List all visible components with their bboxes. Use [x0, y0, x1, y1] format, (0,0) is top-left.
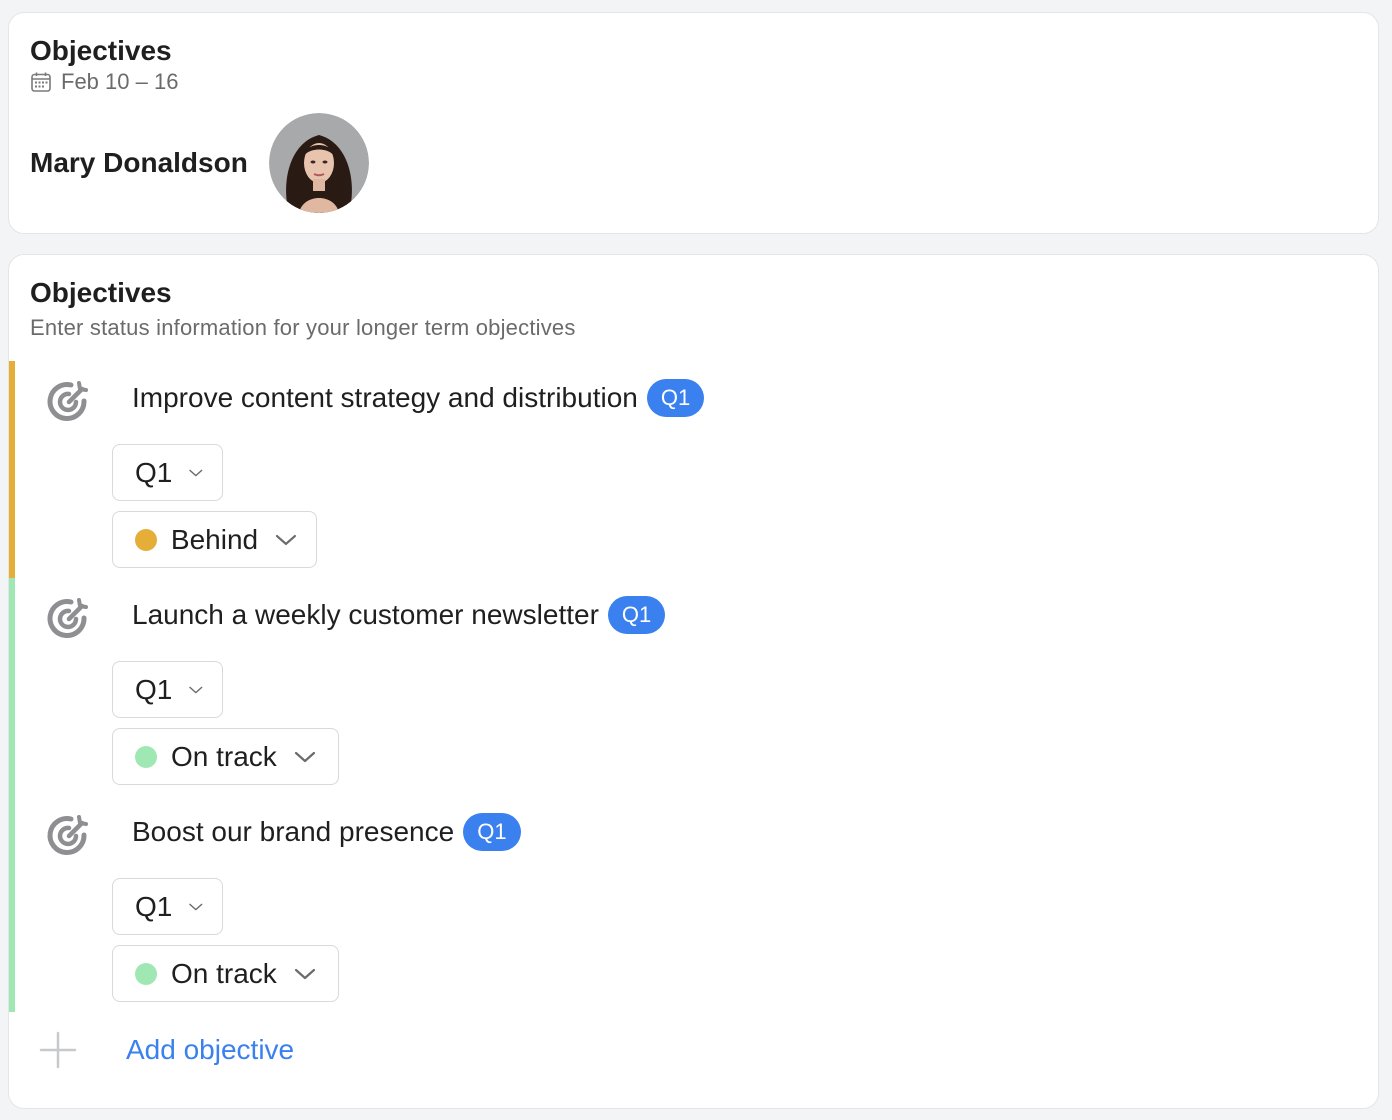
user-row: Mary Donaldson [30, 113, 369, 213]
chevron-down-icon [189, 469, 203, 476]
page-title: Objectives [30, 35, 172, 66]
status-dot [135, 745, 157, 768]
chevron-down-icon [294, 968, 315, 979]
status-select-value: On track [171, 740, 277, 772]
quarter-select-value: Q1 [135, 456, 173, 488]
objectives-card: Objectives Enter status information for … [8, 254, 1379, 1109]
chevron-down-icon [189, 903, 203, 910]
avatar[interactable] [268, 113, 369, 213]
status-select[interactable]: On track [112, 728, 339, 785]
quarter-select-value: Q1 [135, 890, 173, 922]
user-name: Mary Donaldson [30, 147, 248, 178]
objective-title[interactable]: Improve content strategy and distributio… [132, 382, 638, 414]
header-card: Objectives Feb 10 – 16 Mary Donaldson [8, 12, 1379, 234]
objective-item: Launch a weekly customer newsletter Q1 Q… [9, 578, 1378, 795]
status-dot [135, 528, 157, 551]
quarter-select[interactable]: Q1 [112, 878, 223, 935]
section-subtitle: Enter status information for your longer… [30, 315, 576, 340]
status-select-value: Behind [170, 523, 259, 555]
calendar-icon [31, 72, 51, 92]
date-range: Feb 10 – 16 [30, 69, 178, 95]
objective-title[interactable]: Boost our brand presence [132, 816, 454, 848]
add-objective-button[interactable]: Add objective [39, 1031, 294, 1069]
quarter-badge: Q1 [463, 813, 521, 851]
section-title: Objectives [30, 277, 172, 308]
objective-title[interactable]: Launch a weekly customer newsletter [132, 599, 599, 631]
quarter-badge: Q1 [607, 596, 666, 634]
status-select[interactable]: Behind [112, 511, 317, 568]
date-range-label: Feb 10 – 16 [61, 69, 179, 94]
quarter-select[interactable]: Q1 [112, 444, 223, 501]
status-dot [135, 962, 157, 985]
quarter-badge: Q1 [646, 379, 705, 417]
objective-item: Improve content strategy and distributio… [9, 361, 1378, 578]
target-icon [47, 381, 88, 422]
status-select-value: On track [171, 957, 277, 989]
quarter-select[interactable]: Q1 [112, 661, 223, 718]
chevron-down-icon [275, 534, 297, 545]
chevron-down-icon [189, 686, 203, 693]
add-objective-label[interactable]: Add objective [126, 1034, 294, 1066]
status-select[interactable]: On track [112, 945, 339, 1002]
plus-icon [39, 1031, 77, 1069]
quarter-select-value: Q1 [135, 673, 173, 705]
chevron-down-icon [294, 751, 315, 762]
target-icon [47, 598, 88, 639]
objective-item: Boost our brand presence Q1 Q1 On track [9, 795, 1378, 1012]
target-icon [47, 815, 88, 856]
